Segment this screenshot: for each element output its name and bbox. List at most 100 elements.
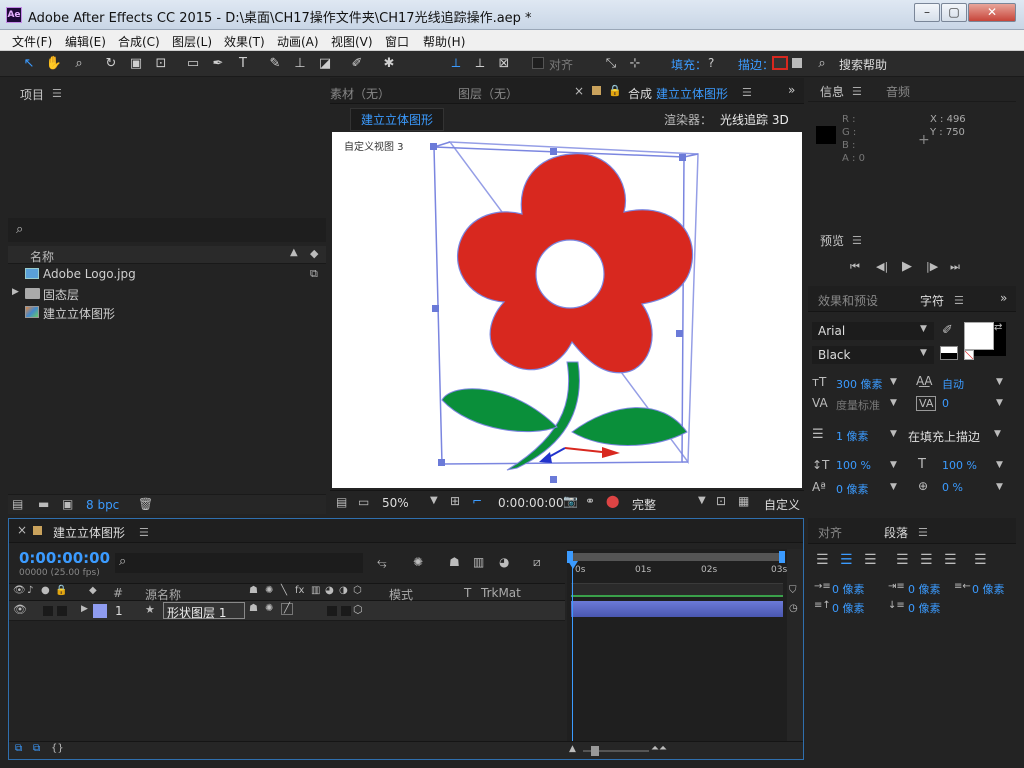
search-help-icon[interactable]: ⌕ (813, 55, 831, 73)
layer-switches-toggle-icon[interactable]: ⧉ (15, 743, 22, 754)
panel-overflow-icon[interactable]: » (1000, 291, 1007, 305)
name-column-header[interactable]: 名称 (30, 248, 54, 265)
hand-tool-icon[interactable]: ✋ (45, 55, 63, 73)
tab-composition-name[interactable]: 建立立体图形 (656, 85, 728, 102)
font-size-value[interactable]: 300 像素 (836, 376, 883, 392)
motion-blur-switch-icon[interactable]: ◕ (325, 585, 334, 596)
current-timecode[interactable]: 0:00:00:00 (19, 549, 110, 567)
project-search-bar[interactable]: ⌕ (8, 218, 326, 242)
table-row[interactable]: 👁 ▶ 1 ★ 形状图层 1 ☗ ✺ ╱ ⬡ (9, 601, 565, 621)
monitor-icon[interactable]: ▭ (358, 495, 369, 509)
transparency-grid-icon[interactable]: ▦ (738, 494, 749, 508)
selection-tool-icon[interactable]: ↖ (20, 55, 38, 73)
flowchart-icon[interactable]: ⧉ (310, 267, 318, 281)
viewer-timecode[interactable]: 0:00:00:00 (498, 496, 564, 510)
world-axis-icon[interactable]: ⟂ (471, 55, 489, 73)
tab-paragraph[interactable]: 段落 (884, 524, 908, 541)
solo-icon[interactable]: ● (41, 585, 50, 596)
dropdown-icon[interactable]: ▼ (890, 460, 897, 470)
rotate-tool-icon[interactable]: ↻ (102, 55, 120, 73)
zoom-in-icon[interactable]: ⏶⏶ (651, 743, 667, 754)
font-style-select[interactable]: Black ▼ (812, 346, 934, 364)
work-area-end-handle[interactable] (779, 551, 785, 563)
maximize-button[interactable]: ▢ (941, 3, 967, 22)
stroke-width-value[interactable]: 1 像素 (836, 428, 869, 444)
comp-marker-bin-icon[interactable]: ⛉ (789, 585, 797, 596)
align-right-icon[interactable]: ☰ (864, 552, 877, 568)
quality-value[interactable]: 完整 (632, 496, 656, 513)
hide-shy-layers-icon[interactable]: ☗ (449, 555, 460, 569)
new-folder-icon[interactable]: ▬ (38, 497, 49, 511)
zoom-slider-thumb[interactable] (591, 746, 599, 756)
local-axis-icon[interactable]: ⟂ (447, 55, 465, 73)
frame-blend-switch-icon[interactable]: ▥ (311, 585, 320, 596)
effects-switch-icon[interactable]: fx (295, 585, 304, 596)
baseline-shift-value[interactable]: 0 像素 (836, 481, 869, 497)
stroke-mode-select[interactable]: 在填充上描边 ▼ (904, 426, 1008, 444)
interpret-footage-icon[interactable]: ▤ (12, 497, 23, 511)
tab-align[interactable]: 对齐 (818, 524, 842, 541)
stroke-swap-icon[interactable] (792, 58, 802, 68)
minimize-button[interactable]: – (914, 3, 940, 22)
space-before-value[interactable]: 0 像素 (832, 600, 865, 616)
character-menu-icon[interactable]: ☰ (954, 294, 964, 307)
zoom-tool-icon[interactable]: ⌕ (70, 55, 88, 73)
justify-left-icon[interactable]: ☰ (896, 552, 909, 568)
renderer-value[interactable]: 光线追踪 3D (720, 111, 789, 128)
indent-right-value[interactable]: 0 像素 (972, 581, 1005, 597)
dropdown-icon[interactable]: ▼ (890, 482, 897, 492)
label-tag-icon[interactable]: ◆ (310, 247, 318, 260)
work-area-bar[interactable] (571, 553, 783, 561)
always-preview-icon[interactable]: ▤ (336, 495, 347, 509)
justify-center-icon[interactable]: ☰ (920, 552, 933, 568)
channel-icon[interactable]: ⬤ (606, 494, 619, 508)
eye-icon[interactable]: 👁 (13, 603, 27, 616)
timeline-menu-icon[interactable]: ☰ (139, 526, 149, 539)
zoom-out-icon[interactable]: ▲ (569, 744, 576, 754)
horizontal-scale-value[interactable]: 100 % (942, 459, 977, 472)
dropdown-icon[interactable]: ▼ (890, 398, 897, 408)
rectangle-tool-icon[interactable]: ▭ (184, 55, 202, 73)
tab-audio[interactable]: 音频 (886, 83, 910, 100)
list-item[interactable]: Adobe Logo.jpg ⧉ (8, 265, 318, 284)
dropdown-icon[interactable]: ▼ (996, 482, 1003, 492)
brush-tool-icon[interactable]: ✎ (266, 55, 284, 73)
label-tag-icon[interactable]: ◆ (89, 585, 97, 596)
space-after-value[interactable]: 0 像素 (908, 600, 941, 616)
zoom-level[interactable]: 50% (382, 496, 409, 510)
quality-switch-icon[interactable]: ╲ (281, 585, 287, 596)
frame-blending-icon[interactable]: ▥ (473, 555, 484, 569)
camera-tool-icon[interactable]: ▣ (127, 55, 145, 73)
info-menu-icon[interactable]: ☰ (852, 85, 862, 98)
shy-switch-icon[interactable]: ☗ (249, 603, 258, 614)
previous-frame-icon[interactable]: ◀| (876, 260, 888, 273)
dropdown-icon[interactable]: ▼ (996, 460, 1003, 470)
comp-nav-chip[interactable]: 建立立体图形 (350, 108, 445, 131)
menu-composition[interactable]: 合成(C) (118, 33, 160, 50)
collapse-switch-icon[interactable]: ✺ (265, 603, 273, 614)
menu-edit[interactable]: 编辑(E) (65, 33, 106, 50)
layer-name-field[interactable]: 形状图层 1 (163, 602, 245, 620)
lock-checkbox[interactable] (57, 606, 67, 616)
quality-dropdown-icon[interactable]: ▼ (698, 495, 706, 506)
justify-all-icon[interactable]: ☰ (974, 552, 987, 568)
preview-title[interactable]: 预览 (820, 232, 844, 249)
vertical-scale-value[interactable]: 100 % (836, 459, 871, 472)
pan-behind-tool-icon[interactable]: ⊡ (152, 55, 170, 73)
snapshot-icon[interactable]: 📷 (563, 494, 578, 508)
tracking-value[interactable]: 0 (942, 397, 949, 410)
tab-layer[interactable]: 图层（无） (458, 85, 518, 102)
dropdown-icon[interactable]: ▼ (996, 398, 1003, 408)
play-icon[interactable]: ▶ (902, 259, 912, 274)
tsume-value[interactable]: 0 % (942, 481, 963, 494)
align-checkbox[interactable] (532, 57, 544, 69)
eraser-tool-icon[interactable]: ◪ (316, 55, 334, 73)
swap-colors-icon[interactable]: ⇄ (994, 322, 1002, 333)
justify-right-icon[interactable]: ☰ (944, 552, 957, 568)
list-item[interactable]: ▶ 固态层 (8, 284, 308, 303)
no-color-icon[interactable] (964, 350, 974, 360)
show-snapshot-icon[interactable]: ⚭ (585, 494, 595, 508)
solo-checkbox[interactable] (43, 606, 53, 616)
collapse-switch-icon[interactable]: ✺ (265, 585, 273, 596)
dropdown-icon[interactable]: ▼ (996, 377, 1003, 387)
